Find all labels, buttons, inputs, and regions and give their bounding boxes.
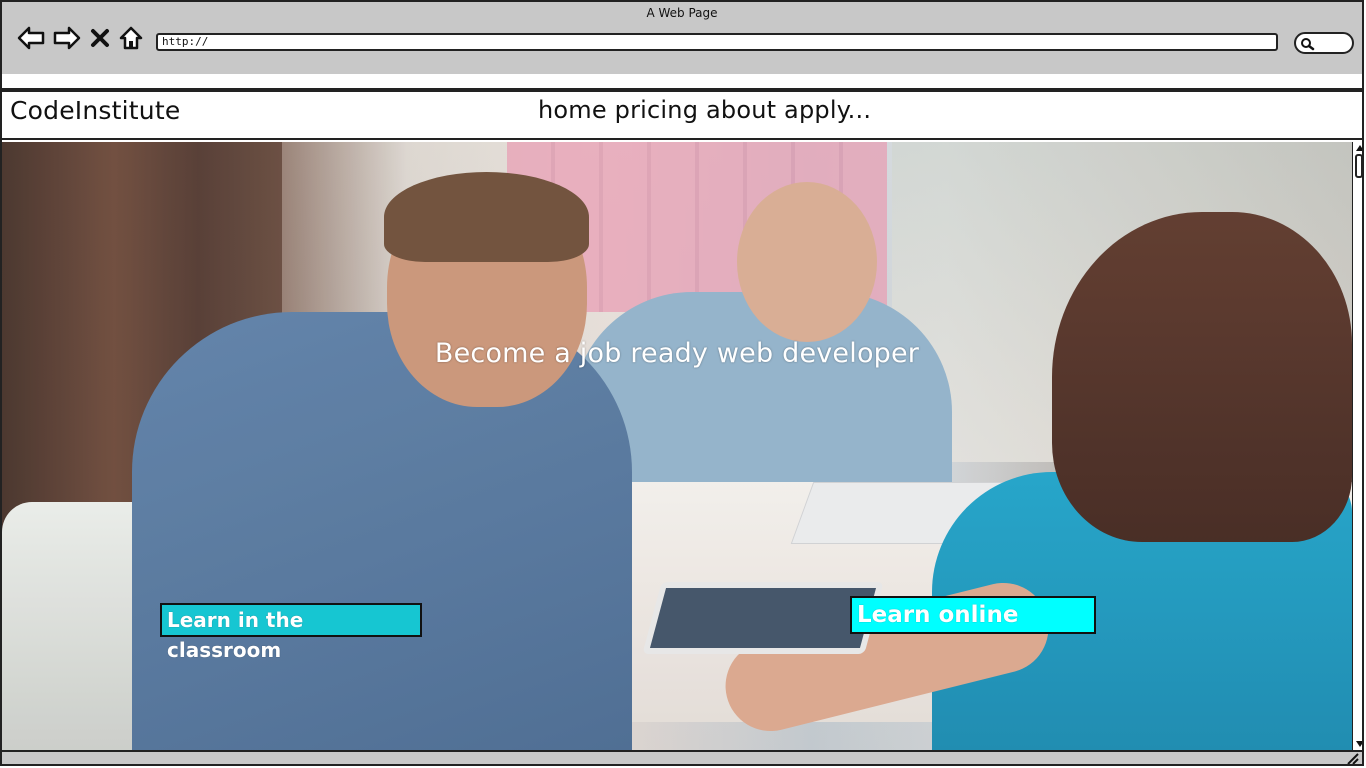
arrow-right-icon [53, 26, 81, 50]
scroll-up-icon[interactable] [1354, 143, 1362, 153]
url-input[interactable]: http:// [156, 33, 1278, 51]
home-icon [119, 26, 143, 50]
forward-button[interactable] [52, 24, 82, 52]
back-button[interactable] [16, 24, 46, 52]
home-button[interactable] [117, 24, 145, 52]
vertical-scrollbar[interactable] [1352, 142, 1362, 750]
search-icon [1301, 38, 1315, 51]
search-box[interactable] [1294, 32, 1354, 54]
hero-image: Become a job ready web developer Learn i… [2, 142, 1352, 750]
site-header: CodeInstitute home pricing about apply..… [2, 90, 1362, 140]
site-logo[interactable]: CodeInstitute [10, 96, 180, 125]
window-title: A Web Page [646, 6, 718, 20]
close-icon [91, 29, 109, 47]
browser-window: A Web Page http:// CodeInstitute home pr… [0, 0, 1364, 766]
learn-classroom-button[interactable]: Learn in the classroom [160, 603, 422, 662]
learn-online-button[interactable]: Learn online [850, 596, 1096, 634]
scroll-down-icon[interactable] [1354, 739, 1362, 749]
toolbar-divider [2, 74, 1362, 90]
status-bar [2, 750, 1362, 765]
scroll-thumb[interactable] [1355, 154, 1362, 178]
hero-headline: Become a job ready web developer [434, 338, 920, 369]
main-nav[interactable]: home pricing about apply... [538, 96, 871, 124]
arrow-left-icon [17, 26, 45, 50]
browser-toolbar: A Web Page http:// [2, 2, 1362, 76]
stop-button[interactable] [88, 24, 112, 52]
resize-grip-icon[interactable] [1346, 753, 1360, 765]
